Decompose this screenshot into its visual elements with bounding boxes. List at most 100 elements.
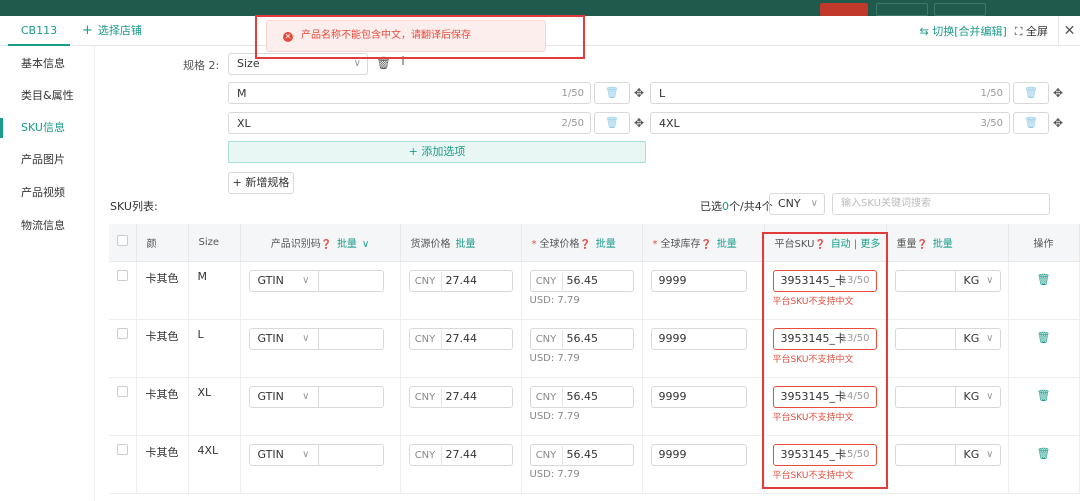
add-option-button[interactable]: + 添加选项: [228, 141, 646, 163]
weight-unit-select[interactable]: KG ∨: [954, 327, 1001, 350]
help-icon: ❓: [916, 239, 928, 250]
source-price-input[interactable]: CNY 27.44: [408, 385, 513, 408]
drag-handle-icon[interactable]: ✥: [1053, 116, 1063, 130]
chevron-down-icon[interactable]: ∨: [362, 239, 369, 250]
sidebar-item-logistics[interactable]: 物流信息: [0, 216, 95, 236]
cell-weight: KG ∨: [886, 377, 1009, 436]
new-spec-button[interactable]: + 新增规格: [228, 172, 294, 194]
close-icon[interactable]: ✕: [1058, 16, 1080, 46]
row-checkbox[interactable]: [109, 261, 137, 320]
gtin-type-select[interactable]: GTIN ∨: [248, 269, 319, 292]
cell-global-stock: 9999: [642, 377, 765, 436]
spec-option-input[interactable]: 4XL 3/50: [650, 112, 1010, 134]
stock-input[interactable]: 9999: [650, 269, 747, 292]
drag-handle-icon[interactable]: ✥: [634, 116, 644, 130]
fullscreen-button[interactable]: ⛶ 全屏: [1015, 23, 1048, 39]
spec-option-input[interactable]: L 1/50: [650, 82, 1010, 104]
spec-option-value: XL: [237, 117, 251, 130]
source-price-input[interactable]: CNY 27.44: [408, 269, 513, 292]
source-price-bulk-button[interactable]: 批量: [456, 239, 476, 250]
global-price-input[interactable]: CNY 56.45: [529, 327, 634, 350]
row-checkbox[interactable]: [109, 377, 137, 436]
cell-gtin: GTIN ∨: [240, 377, 401, 436]
cell-source-price: CNY 27.44: [400, 435, 522, 494]
cell-size: M: [188, 261, 241, 320]
weight-unit-select[interactable]: KG ∨: [954, 443, 1001, 466]
weight-input[interactable]: [894, 443, 955, 466]
switch-merge-edit-button[interactable]: ⇆ 切换[合并编辑]: [919, 23, 1006, 39]
sku-search-input[interactable]: 输入SKU关键词搜索: [832, 193, 1050, 215]
top-bar-button[interactable]: [934, 3, 986, 16]
row-checkbox[interactable]: [109, 319, 137, 378]
add-shop-button[interactable]: + 选择店铺: [82, 16, 142, 46]
currency-label: CNY: [410, 445, 442, 466]
global-stock-bulk-button[interactable]: 批量: [717, 239, 737, 250]
gtin-type-select[interactable]: GTIN ∨: [248, 327, 319, 350]
selection-count: 已选0个/共4个: [700, 198, 773, 214]
top-bar-button[interactable]: [876, 3, 928, 16]
trash-icon[interactable]: 🗑: [1009, 389, 1079, 402]
cell-size: 4XL: [188, 435, 241, 494]
trash-icon[interactable]: 🗑: [1009, 447, 1079, 460]
stock-input[interactable]: 9999: [650, 385, 747, 408]
delete-option-button[interactable]: 🗑: [1013, 82, 1049, 104]
global-price-bulk-button[interactable]: 批量: [596, 239, 616, 250]
select-all-checkbox[interactable]: [109, 224, 137, 262]
price-value: 56.45: [566, 389, 599, 403]
gtin-input[interactable]: [318, 327, 384, 350]
trash-icon[interactable]: 🗑: [1009, 273, 1079, 286]
cell-global-stock: 9999: [642, 435, 765, 494]
stock-input[interactable]: 9999: [650, 443, 747, 466]
sidebar-item-sku-info[interactable]: SKU信息: [0, 118, 95, 138]
sidebar-item-basic-info[interactable]: 基本信息: [0, 54, 95, 74]
global-price-input[interactable]: CNY 56.45: [529, 385, 634, 408]
gtin-bulk-button[interactable]: 批量: [337, 239, 357, 250]
price-value: 27.44: [445, 331, 478, 345]
table-row: 卡其色 M GTIN ∨ CNY 27.44 CNY 56.45 USD: 7.79 9999 39…: [109, 261, 1080, 320]
weight-input[interactable]: [894, 327, 955, 350]
cell-action: 🗑: [1008, 435, 1080, 494]
chevron-down-icon: ∨: [302, 274, 310, 286]
weight-unit-select[interactable]: KG ∨: [954, 269, 1001, 292]
spec-option-input[interactable]: M 1/50: [228, 82, 591, 104]
weight-input[interactable]: [894, 269, 955, 292]
cell-weight: KG ∨: [886, 319, 1009, 378]
gtin-input[interactable]: [318, 385, 384, 408]
weight-unit-select[interactable]: KG ∨: [954, 385, 1001, 408]
source-price-input[interactable]: CNY 27.44: [408, 443, 513, 466]
gtin-type-select[interactable]: GTIN ∨: [248, 385, 319, 408]
row-checkbox[interactable]: [109, 435, 137, 494]
currency-label: CNY: [531, 329, 563, 350]
sidebar-item-video[interactable]: 产品视频: [0, 183, 95, 203]
top-bar-button-red[interactable]: [820, 3, 868, 16]
stock-input[interactable]: 9999: [650, 327, 747, 350]
global-price-input[interactable]: CNY 56.45: [529, 269, 634, 292]
cell-size: XL: [188, 377, 241, 436]
gtin-input[interactable]: [318, 269, 384, 292]
trash-icon[interactable]: 🗑: [1009, 331, 1079, 344]
delete-option-button[interactable]: 🗑: [1013, 112, 1049, 134]
weight-unit-value: KG: [963, 447, 980, 461]
header-gtin-label: 产品识别码: [270, 238, 321, 250]
sidebar-item-images[interactable]: 产品图片: [0, 150, 95, 170]
chevron-down-icon: ∨: [302, 390, 310, 402]
source-price-input[interactable]: CNY 27.44: [408, 327, 513, 350]
chevron-down-icon: ∨: [986, 274, 994, 286]
delete-option-button[interactable]: 🗑: [594, 112, 630, 134]
gtin-type-select[interactable]: GTIN ∨: [248, 443, 319, 466]
weight-input[interactable]: [894, 385, 955, 408]
currency-select[interactable]: CNY ∨: [769, 193, 825, 215]
drag-handle-icon[interactable]: ✥: [634, 86, 644, 100]
header-action: 操作: [1008, 224, 1080, 262]
cell-global-price: CNY 56.45 USD: 7.79: [521, 261, 643, 320]
drag-handle-icon[interactable]: ✥: [1053, 86, 1063, 100]
price-value: 27.44: [445, 273, 478, 287]
global-price-input[interactable]: CNY 56.45: [529, 443, 634, 466]
sidebar-item-category[interactable]: 类目&属性: [0, 86, 95, 106]
cell-global-stock: 9999: [642, 261, 765, 320]
delete-option-button[interactable]: 🗑: [594, 82, 630, 104]
tab-shop[interactable]: CB113: [8, 16, 70, 46]
gtin-input[interactable]: [318, 443, 384, 466]
weight-bulk-button[interactable]: 批量: [933, 239, 953, 250]
spec-option-input[interactable]: XL 2/50: [228, 112, 591, 134]
